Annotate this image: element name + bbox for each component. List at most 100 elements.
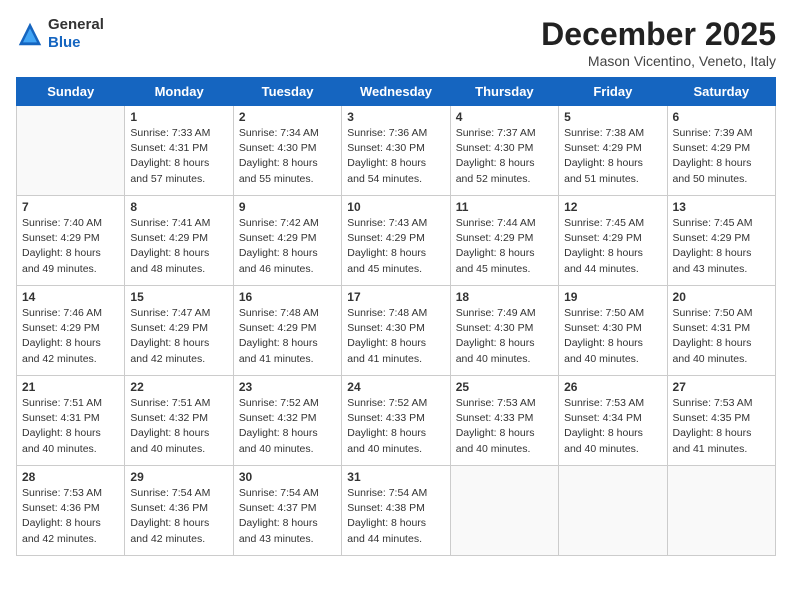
calendar-week-row: 28Sunrise: 7:53 AMSunset: 4:36 PMDayligh…	[17, 466, 776, 556]
logo: General Blue	[16, 16, 104, 52]
calendar-cell: 27 Sunrise: 7:53 AMSunset: 4:35 PMDayligh…	[667, 376, 775, 466]
calendar-cell: 19 Sunrise: 7:50 AMSunset: 4:30 PMDayligh…	[559, 286, 667, 376]
day-number: 3	[347, 110, 444, 124]
calendar-cell: 6 Sunrise: 7:39 AMSunset: 4:29 PMDaylight…	[667, 106, 775, 196]
day-number: 6	[673, 110, 770, 124]
day-number: 19	[564, 290, 661, 304]
location-subtitle: Mason Vicentino, Veneto, Italy	[541, 53, 776, 69]
weekday-header-wednesday: Wednesday	[342, 78, 450, 106]
cell-info: Sunrise: 7:51 AMSunset: 4:32 PMDaylight:…	[130, 396, 227, 457]
cell-info: Sunrise: 7:48 AMSunset: 4:29 PMDaylight:…	[239, 306, 336, 367]
day-number: 25	[456, 380, 553, 394]
day-number: 31	[347, 470, 444, 484]
calendar-cell: 17Sunrise: 7:48 AMSunset: 4:30 PMDayligh…	[342, 286, 450, 376]
logo-icon	[16, 20, 44, 48]
cell-info: Sunrise: 7:52 AMSunset: 4:33 PMDaylight:…	[347, 396, 444, 457]
calendar-cell: 22 Sunrise: 7:51 AMSunset: 4:32 PMDayligh…	[125, 376, 233, 466]
calendar-cell	[450, 466, 558, 556]
calendar-cell: 20 Sunrise: 7:50 AMSunset: 4:31 PMDayligh…	[667, 286, 775, 376]
title-block: December 2025 Mason Vicentino, Veneto, I…	[541, 16, 776, 69]
cell-info: Sunrise: 7:53 AMSunset: 4:33 PMDaylight:…	[456, 396, 553, 457]
calendar-cell	[667, 466, 775, 556]
cell-info: Sunrise: 7:33 AMSunset: 4:31 PMDaylight:…	[130, 126, 227, 187]
calendar-week-row: 21 Sunrise: 7:51 AMSunset: 4:31 PMDayligh…	[17, 376, 776, 466]
calendar-cell: 31 Sunrise: 7:54 AMSunset: 4:38 PMDayligh…	[342, 466, 450, 556]
cell-info: Sunrise: 7:50 AMSunset: 4:31 PMDaylight:…	[673, 306, 770, 367]
calendar-cell: 8 Sunrise: 7:41 AMSunset: 4:29 PMDaylight…	[125, 196, 233, 286]
cell-info: Sunrise: 7:52 AMSunset: 4:32 PMDaylight:…	[239, 396, 336, 457]
calendar-cell: 9 Sunrise: 7:42 AMSunset: 4:29 PMDaylight…	[233, 196, 341, 286]
day-number: 15	[130, 290, 227, 304]
cell-info: Sunrise: 7:38 AMSunset: 4:29 PMDaylight:…	[564, 126, 661, 187]
calendar-table: SundayMondayTuesdayWednesdayThursdayFrid…	[16, 77, 776, 556]
cell-info: Sunrise: 7:51 AMSunset: 4:31 PMDaylight:…	[22, 396, 119, 457]
cell-info: Sunrise: 7:37 AMSunset: 4:30 PMDaylight:…	[456, 126, 553, 187]
calendar-cell: 10 Sunrise: 7:43 AMSunset: 4:29 PMDayligh…	[342, 196, 450, 286]
cell-info: Sunrise: 7:44 AMSunset: 4:29 PMDaylight:…	[456, 216, 553, 277]
day-number: 27	[673, 380, 770, 394]
day-number: 23	[239, 380, 336, 394]
calendar-cell: 14 Sunrise: 7:46 AMSunset: 4:29 PMDayligh…	[17, 286, 125, 376]
day-number: 7	[22, 200, 119, 214]
calendar-week-row: 14 Sunrise: 7:46 AMSunset: 4:29 PMDayligh…	[17, 286, 776, 376]
calendar-cell: 13Sunrise: 7:45 AMSunset: 4:29 PMDayligh…	[667, 196, 775, 286]
day-number: 12	[564, 200, 661, 214]
cell-info: Sunrise: 7:46 AMSunset: 4:29 PMDaylight:…	[22, 306, 119, 367]
calendar-cell: 23 Sunrise: 7:52 AMSunset: 4:32 PMDayligh…	[233, 376, 341, 466]
day-number: 20	[673, 290, 770, 304]
day-number: 16	[239, 290, 336, 304]
day-number: 10	[347, 200, 444, 214]
calendar-cell: 2Sunrise: 7:34 AMSunset: 4:30 PMDaylight…	[233, 106, 341, 196]
calendar-cell: 15Sunrise: 7:47 AMSunset: 4:29 PMDayligh…	[125, 286, 233, 376]
cell-info: Sunrise: 7:45 AMSunset: 4:29 PMDaylight:…	[673, 216, 770, 277]
calendar-cell: 3 Sunrise: 7:36 AMSunset: 4:30 PMDaylight…	[342, 106, 450, 196]
calendar-cell: 21 Sunrise: 7:51 AMSunset: 4:31 PMDayligh…	[17, 376, 125, 466]
day-number: 4	[456, 110, 553, 124]
day-number: 26	[564, 380, 661, 394]
calendar-cell: 5 Sunrise: 7:38 AMSunset: 4:29 PMDaylight…	[559, 106, 667, 196]
month-year-title: December 2025	[541, 16, 776, 53]
cell-info: Sunrise: 7:43 AMSunset: 4:29 PMDaylight:…	[347, 216, 444, 277]
cell-info: Sunrise: 7:36 AMSunset: 4:30 PMDaylight:…	[347, 126, 444, 187]
calendar-cell: 18Sunrise: 7:49 AMSunset: 4:30 PMDayligh…	[450, 286, 558, 376]
calendar-week-row: 1Sunrise: 7:33 AMSunset: 4:31 PMDaylight…	[17, 106, 776, 196]
calendar-cell: 16 Sunrise: 7:48 AMSunset: 4:29 PMDayligh…	[233, 286, 341, 376]
cell-info: Sunrise: 7:45 AMSunset: 4:29 PMDaylight:…	[564, 216, 661, 277]
cell-info: Sunrise: 7:53 AMSunset: 4:34 PMDaylight:…	[564, 396, 661, 457]
calendar-cell: 30Sunrise: 7:54 AMSunset: 4:37 PMDayligh…	[233, 466, 341, 556]
cell-info: Sunrise: 7:53 AMSunset: 4:35 PMDaylight:…	[673, 396, 770, 457]
day-number: 24	[347, 380, 444, 394]
calendar-cell: 24 Sunrise: 7:52 AMSunset: 4:33 PMDayligh…	[342, 376, 450, 466]
day-number: 14	[22, 290, 119, 304]
cell-info: Sunrise: 7:42 AMSunset: 4:29 PMDaylight:…	[239, 216, 336, 277]
logo-text: General Blue	[48, 16, 104, 52]
calendar-cell	[17, 106, 125, 196]
day-number: 8	[130, 200, 227, 214]
weekday-header-tuesday: Tuesday	[233, 78, 341, 106]
day-number: 17	[347, 290, 444, 304]
weekday-header-sunday: Sunday	[17, 78, 125, 106]
weekday-header-friday: Friday	[559, 78, 667, 106]
weekday-header-monday: Monday	[125, 78, 233, 106]
day-number: 29	[130, 470, 227, 484]
calendar-cell: 25 Sunrise: 7:53 AMSunset: 4:33 PMDayligh…	[450, 376, 558, 466]
cell-info: Sunrise: 7:49 AMSunset: 4:30 PMDaylight:…	[456, 306, 553, 367]
day-number: 21	[22, 380, 119, 394]
calendar-week-row: 7Sunrise: 7:40 AMSunset: 4:29 PMDaylight…	[17, 196, 776, 286]
day-number: 5	[564, 110, 661, 124]
weekday-header-thursday: Thursday	[450, 78, 558, 106]
cell-info: Sunrise: 7:41 AMSunset: 4:29 PMDaylight:…	[130, 216, 227, 277]
cell-info: Sunrise: 7:54 AMSunset: 4:38 PMDaylight:…	[347, 486, 444, 547]
day-number: 11	[456, 200, 553, 214]
calendar-cell: 7Sunrise: 7:40 AMSunset: 4:29 PMDaylight…	[17, 196, 125, 286]
cell-info: Sunrise: 7:50 AMSunset: 4:30 PMDaylight:…	[564, 306, 661, 367]
calendar-cell	[559, 466, 667, 556]
cell-info: Sunrise: 7:39 AMSunset: 4:29 PMDaylight:…	[673, 126, 770, 187]
calendar-cell: 28Sunrise: 7:53 AMSunset: 4:36 PMDayligh…	[17, 466, 125, 556]
cell-info: Sunrise: 7:54 AMSunset: 4:36 PMDaylight:…	[130, 486, 227, 547]
calendar-cell: 26 Sunrise: 7:53 AMSunset: 4:34 PMDayligh…	[559, 376, 667, 466]
calendar-cell: 1Sunrise: 7:33 AMSunset: 4:31 PMDaylight…	[125, 106, 233, 196]
day-number: 9	[239, 200, 336, 214]
day-number: 22	[130, 380, 227, 394]
weekday-header-row: SundayMondayTuesdayWednesdayThursdayFrid…	[17, 78, 776, 106]
